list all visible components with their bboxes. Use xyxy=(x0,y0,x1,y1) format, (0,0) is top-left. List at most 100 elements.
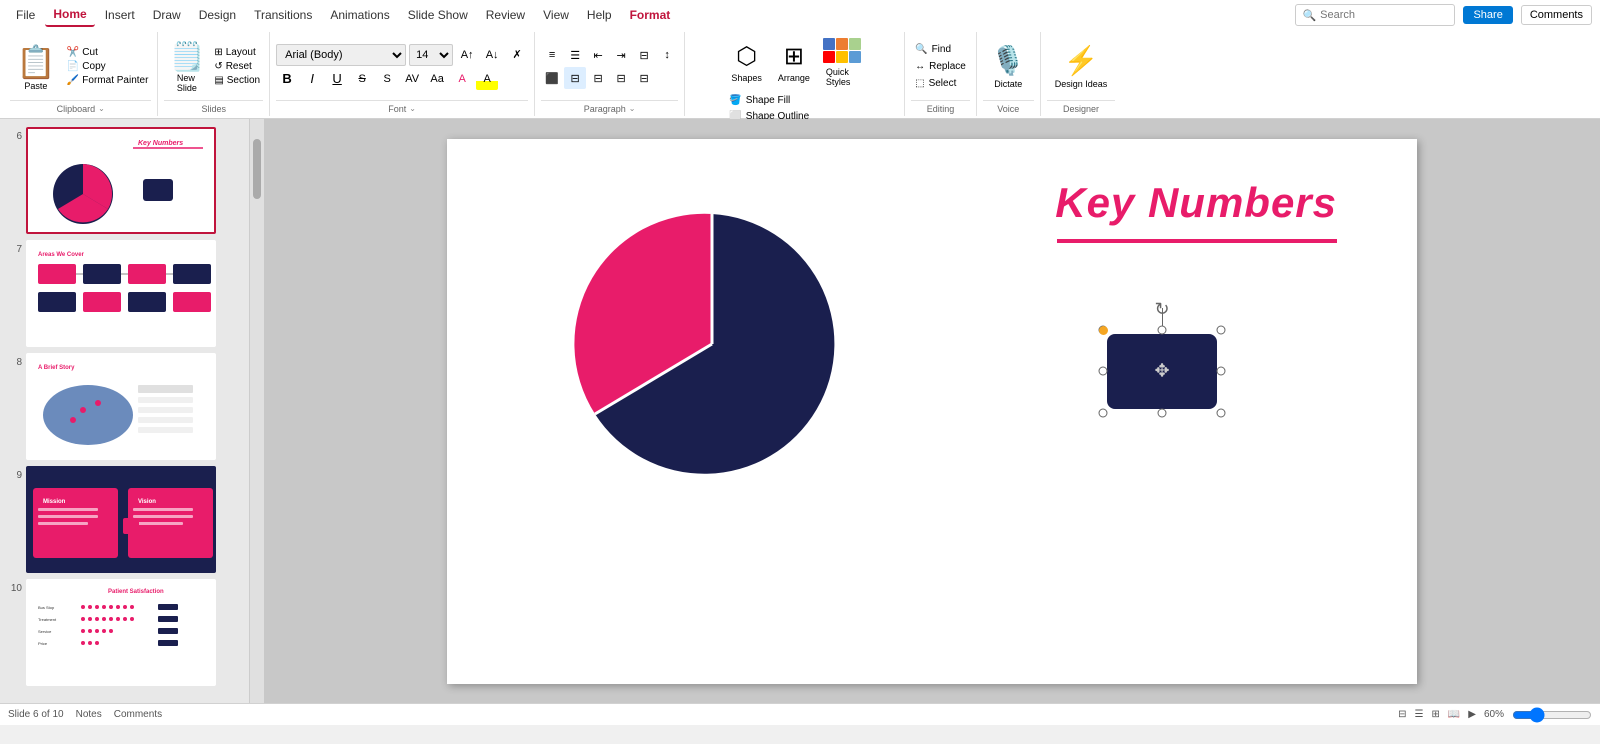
selected-shape[interactable]: ✥ xyxy=(1107,334,1217,409)
comments-button[interactable]: Comments xyxy=(1521,5,1592,25)
font-size-select[interactable]: 14 xyxy=(409,44,453,66)
menu-animations[interactable]: Animations xyxy=(322,4,397,26)
handle-top-mid[interactable] xyxy=(1158,325,1167,334)
view-reading-button[interactable]: 📖 xyxy=(1448,709,1460,720)
align-left-button[interactable]: ⬛ xyxy=(541,67,563,89)
editing-content: 🔍 Find ↔ Replace ⬚ Select xyxy=(911,34,970,99)
dictate-button[interactable]: 🎙️ Dictate xyxy=(983,40,1034,93)
layout-button[interactable]: ⊞ Layout xyxy=(211,46,263,59)
menu-draw[interactable]: Draw xyxy=(145,4,189,26)
clear-format-button[interactable]: ✗ xyxy=(506,44,528,66)
slide-item-9[interactable]: 9 Mission Vision xyxy=(4,466,245,573)
bold-button[interactable]: B xyxy=(276,68,298,90)
bullet-list-button[interactable]: ≡ xyxy=(541,44,563,66)
slide-number-9: 9 xyxy=(4,466,22,481)
share-button[interactable]: Share xyxy=(1463,6,1512,24)
italic-button[interactable]: I xyxy=(301,68,323,90)
menu-review[interactable]: Review xyxy=(478,4,533,26)
menu-transitions[interactable]: Transitions xyxy=(246,4,320,26)
shape-fill-button[interactable]: 🪣 Shape Fill xyxy=(725,93,813,108)
slides-scrollbar[interactable] xyxy=(250,119,264,703)
align-center-button[interactable]: ⊟ xyxy=(564,67,586,89)
font-color-button[interactable]: A xyxy=(451,68,473,90)
handle-bot-left[interactable] xyxy=(1099,408,1108,417)
menu-bar: File Home Insert Draw Design Transitions… xyxy=(0,0,1600,30)
menu-home[interactable]: Home xyxy=(45,3,94,27)
menu-help[interactable]: Help xyxy=(579,4,620,26)
view-outline-button[interactable]: ☰ xyxy=(1414,709,1423,720)
select-button[interactable]: ⬚ Select xyxy=(911,76,970,91)
menu-slideshow[interactable]: Slide Show xyxy=(400,4,476,26)
numbered-list-button[interactable]: ☰ xyxy=(564,44,586,66)
view-presenter-button[interactable]: ▶ xyxy=(1468,709,1476,720)
slide-canvas[interactable]: Key Numbers ✥ xyxy=(447,139,1417,684)
find-button[interactable]: 🔍 Find xyxy=(911,42,970,57)
handle-bot-mid[interactable] xyxy=(1158,408,1167,417)
font-increase-button[interactable]: A↑ xyxy=(456,44,478,66)
section-button[interactable]: ▤ Section xyxy=(211,74,263,87)
font-name-select[interactable]: Arial (Body) xyxy=(276,44,406,66)
handle-top-right[interactable] xyxy=(1217,325,1226,334)
highlight-color-button[interactable]: A xyxy=(476,68,498,90)
paragraph-expand-icon[interactable]: ⌄ xyxy=(629,104,636,113)
slide-item-10[interactable]: 10 Patient Satisfaction Bus Stop xyxy=(4,579,245,686)
cut-icon: ✂️ xyxy=(67,47,79,58)
slide-number-10: 10 xyxy=(4,579,22,594)
slides-label-row: Slides xyxy=(164,100,263,114)
shapes-button[interactable]: ⬡ Shapes xyxy=(725,38,768,87)
align-right-button[interactable]: ⊟ xyxy=(587,67,609,89)
underline-button[interactable]: U xyxy=(326,68,348,90)
arrange-button[interactable]: ⊞ Arrange xyxy=(772,38,816,87)
handle-yellow[interactable] xyxy=(1099,326,1108,335)
view-normal-button[interactable]: ⊟ xyxy=(1398,709,1406,720)
clipboard-expand-icon[interactable]: ⌄ xyxy=(98,104,105,113)
format-painter-button[interactable]: 🖌️ Format Painter xyxy=(64,74,152,87)
design-ideas-button[interactable]: ⚡ Design Ideas xyxy=(1047,40,1116,93)
reset-button[interactable]: ↺ Reset xyxy=(211,60,263,73)
text-shadow-button[interactable]: S xyxy=(376,68,398,90)
pie-chart-svg xyxy=(567,199,857,489)
shape-fill-icon: 🪣 xyxy=(729,95,741,106)
menu-design[interactable]: Design xyxy=(191,4,244,26)
handle-bot-right[interactable] xyxy=(1217,408,1226,417)
comments-status-button[interactable]: Comments xyxy=(114,709,162,720)
change-case-button[interactable]: Aa xyxy=(426,68,448,90)
char-spacing-button[interactable]: AV xyxy=(401,68,423,90)
ribbon-group-drawing: ⬡ Shapes ⊞ Arrange xyxy=(685,32,905,116)
search-input[interactable] xyxy=(1320,9,1440,21)
slides-panel: 6 Key Numbers 7 xyxy=(0,119,250,703)
zoom-slider[interactable] xyxy=(1512,707,1592,723)
slide-item-7[interactable]: 7 Areas We Cover xyxy=(4,240,245,347)
menu-file[interactable]: File xyxy=(8,4,43,26)
paste-button[interactable]: 📋 Paste xyxy=(10,39,62,95)
slide-item-8[interactable]: 8 A Brief Story xyxy=(4,353,245,460)
scroll-handle[interactable] xyxy=(253,139,261,199)
font-content: Arial (Body) 14 A↑ A↓ ✗ B I U S xyxy=(276,34,528,99)
replace-button[interactable]: ↔ Replace xyxy=(911,59,970,74)
menu-view[interactable]: View xyxy=(535,4,577,26)
text-direction-button[interactable]: ⊟ xyxy=(633,67,655,89)
strikethrough-button[interactable]: S xyxy=(351,68,373,90)
line-spacing-button[interactable]: ↕ xyxy=(656,44,678,66)
rotate-handle[interactable]: ↻ xyxy=(1152,300,1172,320)
decrease-indent-button[interactable]: ⇤ xyxy=(587,44,609,66)
copy-button[interactable]: 📄 Copy xyxy=(64,60,152,73)
designer-label-row: Designer xyxy=(1047,100,1116,114)
columns-button[interactable]: ⊟ xyxy=(633,44,655,66)
quick-styles-button[interactable]: Quick Styles xyxy=(820,34,864,91)
ribbon-group-font: Arial (Body) 14 A↑ A↓ ✗ B I U S xyxy=(270,32,535,116)
notes-button[interactable]: Notes xyxy=(76,709,102,720)
increase-indent-button[interactable]: ⇥ xyxy=(610,44,632,66)
new-slide-button[interactable]: 🗒️ NewSlide xyxy=(164,35,209,98)
slide-item-6[interactable]: 6 Key Numbers xyxy=(4,127,245,234)
menu-insert[interactable]: Insert xyxy=(97,4,143,26)
handle-top-left[interactable] xyxy=(1099,325,1108,334)
justify-button[interactable]: ⊟ xyxy=(610,67,632,89)
design-ideas-icon: ⚡ xyxy=(1064,44,1099,77)
font-expand-icon[interactable]: ⌄ xyxy=(409,104,416,113)
cut-button[interactable]: ✂️ Cut xyxy=(64,46,152,59)
menu-format[interactable]: Format xyxy=(622,4,679,26)
view-slide-sorter-button[interactable]: ⊞ xyxy=(1431,709,1439,720)
font-decrease-button[interactable]: A↓ xyxy=(481,44,503,66)
handle-mid-right[interactable] xyxy=(1217,367,1226,376)
